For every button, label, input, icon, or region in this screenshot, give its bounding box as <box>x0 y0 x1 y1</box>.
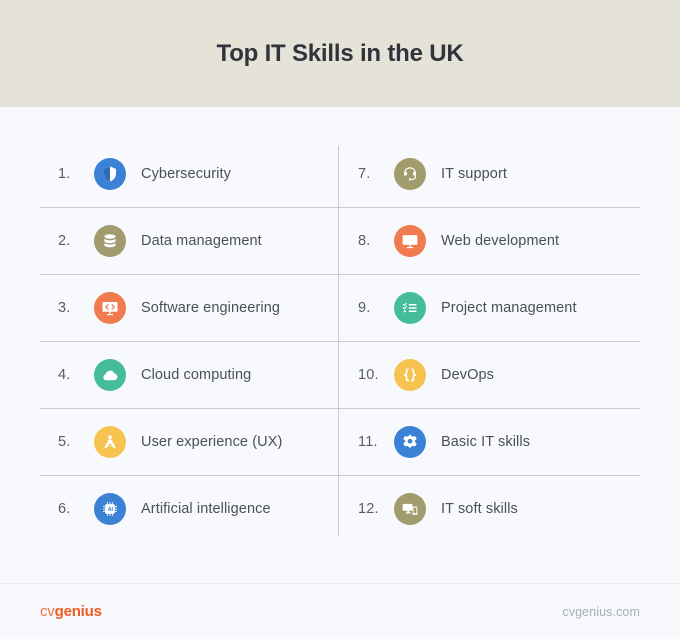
ai-chip-icon <box>94 493 126 525</box>
skill-row[interactable]: 5. User experience (UX) <box>40 408 340 475</box>
skill-rank: 5. <box>58 434 94 450</box>
logo-text-cv: cv <box>40 603 55 620</box>
skill-rank: 6. <box>58 501 94 517</box>
database-icon <box>94 225 126 257</box>
skill-label: Cloud computing <box>141 367 251 383</box>
skill-rank: 7. <box>358 166 394 182</box>
skill-row[interactable]: 10. DevOps <box>340 341 640 408</box>
skill-label: Data management <box>141 233 262 249</box>
skill-rank: 1. <box>58 166 94 182</box>
skill-rank: 3. <box>58 300 94 316</box>
skill-label: Project management <box>441 300 577 316</box>
skills-list-area: 1. Cybersecurity 2. Data management 3. Softwa… <box>0 107 680 583</box>
skill-label: Artificial intelligence <box>141 501 271 517</box>
skill-row[interactable]: 1. Cybersecurity <box>40 140 340 207</box>
braces-icon <box>394 359 426 391</box>
row-separator <box>40 274 640 275</box>
skill-rank: 11. <box>358 434 394 450</box>
cloud-icon <box>94 359 126 391</box>
monitor-icon <box>394 225 426 257</box>
skill-rank: 8. <box>358 233 394 249</box>
skill-rank: 10. <box>358 367 394 383</box>
skill-row[interactable]: 12. IT soft skills <box>340 475 640 542</box>
skill-label: Basic IT skills <box>441 434 530 450</box>
skill-row[interactable]: 4. Cloud computing <box>40 341 340 408</box>
skill-label: Cybersecurity <box>141 166 231 182</box>
skill-rank: 12. <box>358 501 394 517</box>
devices-icon <box>394 493 426 525</box>
row-separator <box>40 408 640 409</box>
gear-icon <box>394 426 426 458</box>
row-separator <box>40 475 640 476</box>
skill-label: User experience (UX) <box>141 434 282 450</box>
skill-row[interactable]: 2. Data management <box>40 207 340 274</box>
skill-rank: 2. <box>58 233 94 249</box>
shield-icon <box>94 158 126 190</box>
skill-row[interactable]: 3. Software engineering <box>40 274 340 341</box>
skill-row[interactable]: 9. Project management <box>340 274 640 341</box>
infographic-root: Top IT Skills in the UK 1. Cybersecurity 2… <box>0 0 680 639</box>
footer-url: cvgenius.com <box>562 605 640 619</box>
footer: cvgenius cvgenius.com <box>0 583 680 639</box>
compass-icon <box>94 426 126 458</box>
checklist-icon <box>394 292 426 324</box>
skill-label: DevOps <box>441 367 494 383</box>
code-monitor-icon <box>94 292 126 324</box>
skill-rank: 4. <box>58 367 94 383</box>
skill-rank: 9. <box>358 300 394 316</box>
skill-row[interactable]: 6. Artificial intelligence <box>40 475 340 542</box>
skill-label: Web development <box>441 233 559 249</box>
row-separator <box>40 207 640 208</box>
row-separator <box>40 341 640 342</box>
skill-label: Software engineering <box>141 300 280 316</box>
cvgenius-logo[interactable]: cvgenius <box>40 604 102 619</box>
header-banner: Top IT Skills in the UK <box>0 0 680 107</box>
skill-row[interactable]: 11. Basic IT skills <box>340 408 640 475</box>
skill-label: IT support <box>441 166 507 182</box>
skill-label: IT soft skills <box>441 501 518 517</box>
headset-icon <box>394 158 426 190</box>
page-title: Top IT Skills in the UK <box>217 40 464 68</box>
logo-text-genius: genius <box>55 603 102 620</box>
skill-row[interactable]: 8. Web development <box>340 207 640 274</box>
skill-row[interactable]: 7. IT support <box>340 140 640 207</box>
